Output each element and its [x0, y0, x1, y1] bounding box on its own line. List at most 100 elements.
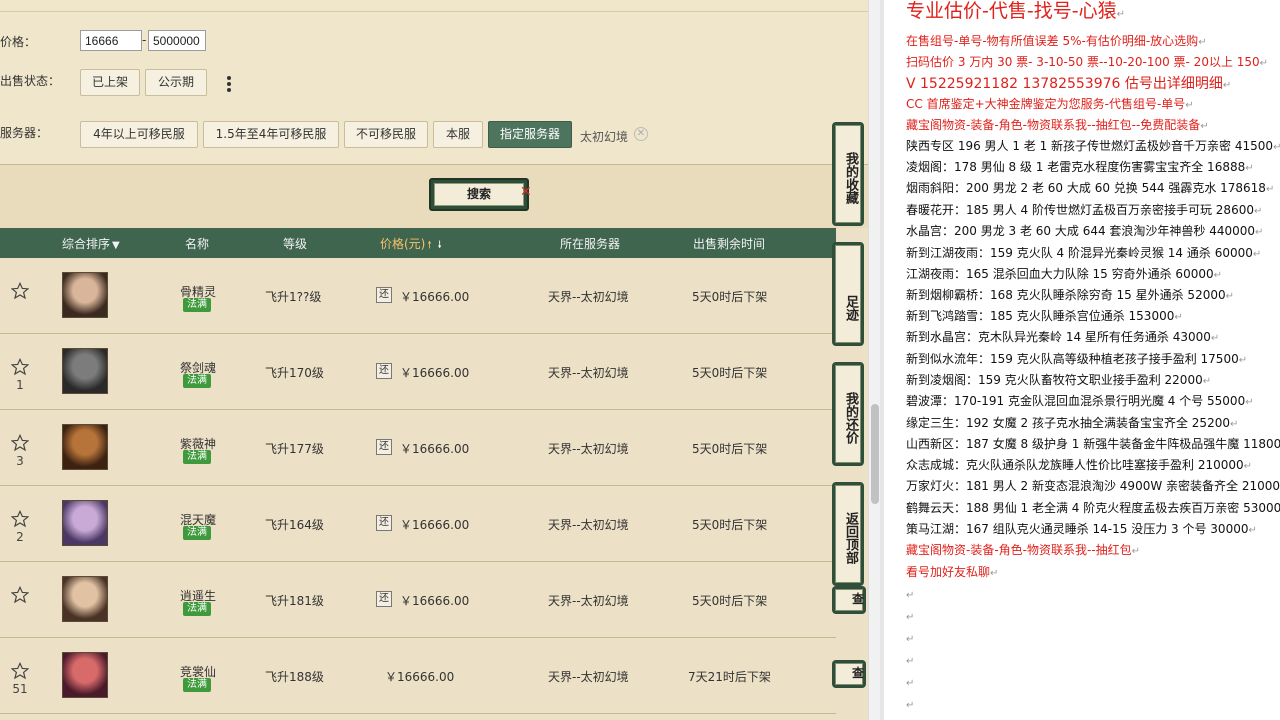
favorite-star-icon[interactable]	[11, 358, 29, 376]
price-sort-up-icon: 🠕	[427, 240, 432, 251]
favorite-star-icon[interactable]	[11, 662, 29, 680]
server-name: 天界--太初幻境	[548, 442, 629, 456]
counter-offer-icon: 还	[376, 287, 392, 303]
server-1-5yr-button[interactable]: 1.5年至4年可移民服	[203, 121, 339, 148]
character-level: 飞升164级	[265, 518, 324, 532]
time-remaining: 5天0时后下架	[692, 442, 768, 456]
check-button-row5[interactable]: 查	[832, 586, 866, 614]
note-line: 新到似水流年：159 克火队高等级种植老孩子接手盈利 17500↵	[906, 352, 1248, 366]
level-header: 等级	[283, 237, 308, 251]
school-badge: 法满	[183, 602, 211, 616]
character-level: 飞升188级	[265, 670, 324, 684]
search-button[interactable]: 搜索	[429, 178, 529, 211]
listing-price: ￥16666.00	[400, 442, 470, 456]
return-mark-icon: ↵	[990, 568, 999, 579]
empty-line-mark-icon: ↵	[906, 612, 915, 623]
return-mark-icon: ↵	[1248, 525, 1257, 536]
favorite-star-icon[interactable]	[11, 434, 29, 452]
note-line: 藏宝阁物资-装备-角色-物资联系我--抽红包--免费配装备↵	[906, 118, 1209, 132]
character-avatar[interactable]	[62, 272, 108, 318]
school-badge: 法满	[183, 678, 211, 692]
price-sort-down-icon: 🠗	[437, 240, 442, 251]
empty-line-mark-icon: ↵	[906, 656, 915, 667]
note-line: 新到飞鸿踏雪：185 克火队睡杀宫位通杀 153000↵	[906, 309, 1183, 323]
favorite-star-icon[interactable]	[11, 586, 29, 604]
note-line: 鹤舞云天：188 男仙 1 老全满 4 阶克火程度孟极去疾百万亲密 53000↵	[906, 501, 1280, 515]
server-name: 天界--太初幻境	[548, 290, 629, 304]
server-specified-button[interactable]: 指定服务器	[488, 121, 572, 148]
character-avatar[interactable]	[62, 576, 108, 622]
listing-price: ￥16666.00	[400, 518, 470, 532]
favorite-star-icon[interactable]	[11, 282, 29, 300]
price-label: 价格：	[0, 35, 37, 49]
time-remaining: 7天21时后下架	[688, 670, 771, 684]
empty-line-mark-icon: ↵	[906, 634, 915, 645]
vertical-scrollbar[interactable]	[868, 0, 880, 720]
price-max-input[interactable]	[148, 30, 206, 51]
return-mark-icon: ↵	[1116, 9, 1125, 20]
favorite-star-icon[interactable]	[11, 510, 29, 528]
character-level: 飞升177级	[265, 442, 324, 456]
listing-price: ￥16666.00	[400, 290, 470, 304]
check-button-row6[interactable]: 查	[832, 660, 866, 688]
note-line: 专业估价-代售-找号-心猿↵	[906, 0, 1125, 22]
note-line: 江湖夜雨：165 混杀回血大力队除 15 穷奇外通杀 60000↵	[906, 267, 1222, 281]
empty-line-mark-icon: ↵	[906, 678, 915, 689]
note-line: 碧波潭：170-191 克金队混回血混杀景行明光魔 4 个号 55000↵	[906, 394, 1254, 408]
table-row[interactable]: 1 祭剑魂 法满 飞升170级还 ￥16666.00 天界--太初幻境 5天0时后下架	[0, 334, 836, 410]
return-mark-icon: ↵	[1200, 121, 1209, 132]
status-label: 出售状态：	[0, 74, 61, 88]
return-mark-icon: ↵	[1238, 355, 1248, 366]
return-mark-icon: ↵	[1265, 184, 1275, 195]
return-mark-icon: ↵	[1273, 142, 1280, 153]
table-row[interactable]: 2 混天魔 法满 飞升164级还 ￥16666.00 天界--太初幻境 5天0时后下架	[0, 486, 836, 562]
school-badge: 法满	[183, 374, 211, 388]
server-4yr-button[interactable]: 4年以上可移民服	[80, 121, 198, 148]
price-dash: -	[142, 33, 147, 47]
side-tab-favorites-label: 我的收藏	[835, 125, 861, 223]
server-label: 服务器：	[0, 126, 49, 140]
counter-offer-icon: 还	[376, 439, 392, 455]
table-row[interactable]: 3 紫薇神 法满 飞升177级还 ￥16666.00 天界--太初幻境 5天0时后下架	[0, 410, 836, 486]
price-min-input[interactable]	[80, 30, 142, 51]
character-level: 飞升181级	[265, 594, 324, 608]
listing-price: ￥16666.00	[400, 366, 470, 380]
listing-price: ￥16666.00	[400, 594, 470, 608]
listing-price: ￥16666.00	[385, 670, 455, 684]
table-row[interactable]: 骨精灵 法满 飞升1??级还 ￥16666.00 天界--太初幻境 5天0时后下架	[0, 258, 836, 334]
favorite-count: 2	[16, 530, 24, 544]
scrollbar-thumb[interactable]	[871, 404, 879, 504]
side-tab-favorites[interactable]: 我的收藏	[832, 122, 864, 226]
search-close-icon[interactable]: ✕	[520, 184, 532, 200]
note-line: 新到水晶宫：克木队异光秦岭 14 星所有任务通杀 43000↵	[906, 330, 1220, 344]
character-avatar[interactable]	[62, 500, 108, 546]
time-remaining: 5天0时后下架	[692, 518, 768, 532]
sort-header[interactable]: 综合排序 ▼	[62, 235, 120, 252]
server-nonmigrate-button[interactable]: 不可移民服	[344, 121, 428, 148]
price-header[interactable]: 价格(元) 🠕 🠗	[380, 235, 442, 255]
table-row[interactable]: 51 竞裳仙 法满 飞升188级 ￥16666.00 天界--太初幻境 7天21时后下架	[0, 638, 836, 714]
server-local-button[interactable]: 本服	[433, 121, 483, 148]
server-name: 天界--太初幻境	[548, 518, 629, 532]
note-line: 策马江湖：167 组队克火通灵睡杀 14-15 没压力 3 个号 30000↵	[906, 522, 1257, 536]
side-tab-offers[interactable]: 我的还价	[832, 362, 864, 466]
empty-line-mark-icon: ↵	[906, 700, 915, 711]
status-public-button[interactable]: 公示期	[145, 69, 207, 96]
note-line: 烟雨斜阳：200 男龙 2 老 60 大成 60 兑换 544 强霹克水 178…	[906, 181, 1275, 195]
clear-server-icon[interactable]: ✕	[634, 127, 648, 141]
time-remaining: 5天0时后下架	[692, 290, 768, 304]
return-mark-icon: ↵	[1252, 249, 1262, 260]
return-mark-icon: ↵	[1243, 461, 1253, 472]
server-name: 天界--太初幻境	[548, 594, 629, 608]
more-options-icon[interactable]	[226, 76, 232, 96]
time-remaining: 5天0时后下架	[692, 594, 768, 608]
character-avatar[interactable]	[62, 348, 108, 394]
side-tab-back-to-top[interactable]: 返回顶部	[832, 482, 864, 586]
status-listed-button[interactable]: 已上架	[80, 69, 140, 96]
character-avatar[interactable]	[62, 652, 108, 698]
side-tab-footprint[interactable]: 足迹	[832, 242, 864, 346]
character-avatar[interactable]	[62, 424, 108, 470]
note-line: 陕西专区 196 男人 1 老 1 新孩子传世燃灯孟极妙音千万亲密 41500↵	[906, 139, 1280, 153]
note-line: V 15225921182 13782553976 估号出详细明细↵	[906, 76, 1232, 92]
table-row[interactable]: 逍遥生 法满 飞升181级还 ￥16666.00 天界--太初幻境 5天0时后下架	[0, 562, 836, 638]
